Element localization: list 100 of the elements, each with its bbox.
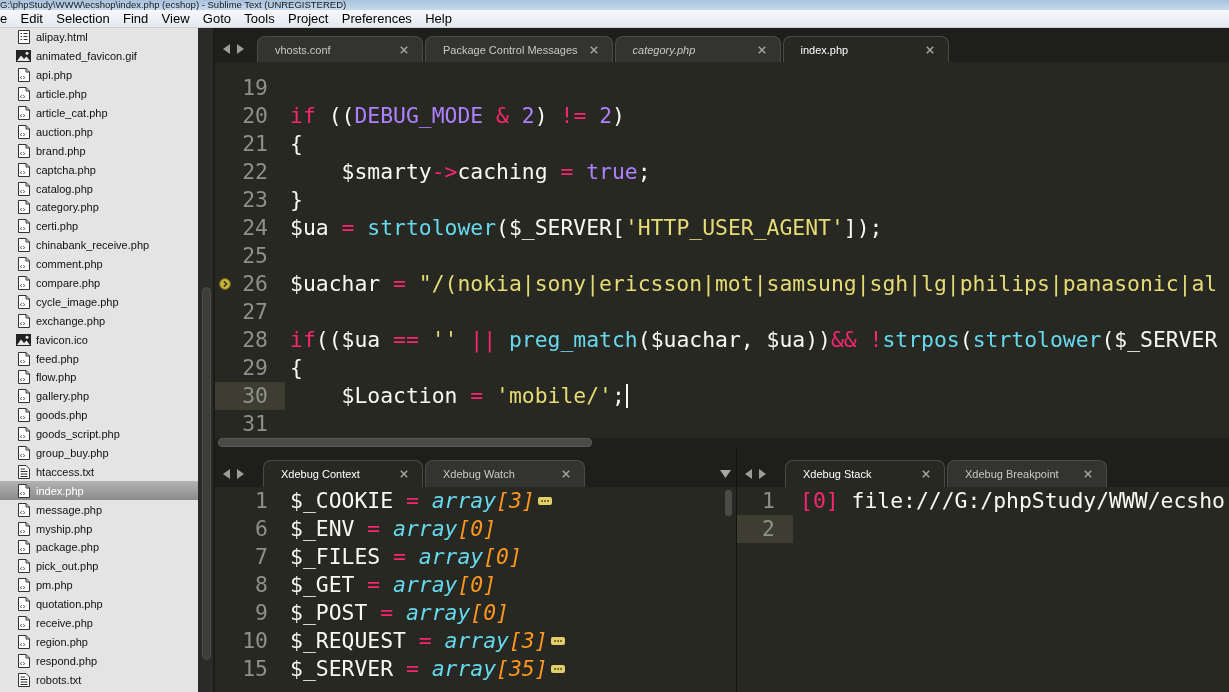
code-file-icon: [17, 124, 30, 139]
close-icon[interactable]: [757, 45, 766, 54]
file-item[interactable]: flow.php: [0, 368, 198, 387]
menu-item[interactable]: Find: [123, 10, 149, 27]
line-number: 23: [241, 186, 269, 214]
right-arrow-icon[interactable]: [237, 468, 244, 479]
tab[interactable]: Xdebug Stack: [785, 460, 945, 487]
menu-item[interactable]: Selection: [56, 10, 110, 27]
code-file-icon: [17, 370, 30, 385]
file-item[interactable]: myship.php: [0, 519, 198, 539]
file-item[interactable]: cycle_image.php: [0, 292, 198, 312]
file-item[interactable]: api.php: [0, 65, 198, 85]
file-item[interactable]: comment.php: [0, 254, 198, 274]
menu-item[interactable]: Edit: [20, 10, 43, 27]
file-item[interactable]: htaccess.txt: [0, 462, 198, 482]
left-arrow-icon[interactable]: [223, 44, 230, 54]
tab[interactable]: category.php: [614, 36, 781, 62]
menu-item[interactable]: View: [161, 10, 190, 27]
file-item[interactable]: favicon.ico: [0, 330, 198, 350]
scrollbar-thumb[interactable]: [202, 287, 211, 660]
code-file-icon: [17, 200, 30, 215]
menu-item[interactable]: Tools: [244, 10, 275, 27]
file-item[interactable]: goods.php: [0, 405, 198, 425]
code-file-icon: [17, 521, 30, 536]
file-item[interactable]: chinabank_receive.php: [0, 235, 198, 255]
code-line: if(($ua == '' || preg_match($uachar, $ua))&& !strpos(strtolower($_SERVER: [290, 326, 1218, 354]
tab[interactable]: Xdebug Watch: [425, 460, 585, 487]
file-item[interactable]: group_buy.php: [0, 443, 198, 463]
file-item[interactable]: article.php: [0, 84, 198, 104]
file-item[interactable]: category.php: [0, 198, 198, 217]
scrollbar-thumb[interactable]: [725, 490, 732, 516]
code-file-icon: [17, 597, 30, 612]
file-item[interactable]: quotation.php: [0, 594, 198, 614]
file-item[interactable]: receive.php: [0, 613, 198, 633]
fold-marker-icon[interactable]: [537, 497, 552, 505]
file-item[interactable]: alipay.html: [0, 28, 198, 47]
line-number: 20: [241, 102, 269, 130]
code-line: {: [290, 354, 303, 382]
code-file-icon: [17, 87, 30, 102]
close-icon[interactable]: [922, 470, 930, 478]
code-file-icon: [17, 276, 30, 290]
dropdown-arrow-icon[interactable]: [720, 469, 731, 478]
file-item[interactable]: compare.php: [0, 273, 198, 293]
file-item[interactable]: gallery.php: [0, 386, 198, 406]
close-icon[interactable]: [1084, 470, 1092, 478]
tab[interactable]: index.php: [782, 36, 949, 62]
file-item[interactable]: article_cat.php: [0, 103, 198, 123]
tab[interactable]: vhosts.conf: [257, 36, 423, 62]
close-icon[interactable]: [400, 45, 408, 54]
menu-item[interactable]: Help: [425, 10, 452, 27]
line-number: 1: [254, 487, 269, 515]
file-item[interactable]: animated_favicon.gif: [0, 46, 198, 66]
code-file-icon: [17, 408, 30, 423]
file-item[interactable]: pm.php: [0, 575, 198, 595]
menu-item[interactable]: Preferences: [341, 10, 412, 27]
menu-item[interactable]: Project: [288, 10, 329, 27]
tab[interactable]: Package Control Messages: [425, 36, 613, 62]
file-item[interactable]: robots.txt: [0, 670, 198, 690]
close-icon[interactable]: [562, 470, 570, 478]
code-file-icon: [17, 106, 30, 120]
fold-marker-icon[interactable]: [550, 665, 565, 673]
file-item[interactable]: feed.php: [0, 349, 198, 369]
code-file-icon: [17, 162, 30, 177]
line-number: 15: [241, 655, 269, 683]
file-item[interactable]: respond.php: [0, 651, 198, 671]
code-file-icon: [17, 181, 30, 196]
code-line: $ua = strtolower($_SERVER['HTTP_USER_AGENT']);: [290, 214, 883, 242]
file-item[interactable]: pick_out.php: [0, 556, 198, 576]
file-item[interactable]: package.php: [0, 538, 198, 557]
menu-item[interactable]: Goto: [202, 10, 232, 27]
tab[interactable]: Xdebug Breakpoint: [947, 460, 1107, 487]
file-item[interactable]: catalog.php: [0, 179, 198, 198]
code-line: $_POST = array[0]: [290, 599, 509, 627]
code-file-icon: [17, 634, 30, 649]
line-number: 8: [254, 571, 269, 599]
tab[interactable]: Xdebug Context: [263, 460, 423, 487]
file-item[interactable]: brand.php: [0, 141, 198, 161]
line-number: 22: [241, 158, 269, 186]
close-icon[interactable]: [925, 45, 934, 54]
right-arrow-icon[interactable]: [237, 44, 244, 54]
line-number: 30: [215, 382, 285, 410]
file-item[interactable]: exchange.php: [0, 311, 198, 331]
fold-marker-icon[interactable]: [550, 637, 565, 645]
code-file-icon: [17, 294, 30, 309]
file-item[interactable]: message.php: [0, 500, 198, 520]
close-icon[interactable]: [400, 470, 408, 478]
scrollbar-thumb[interactable]: [218, 438, 592, 447]
right-arrow-icon[interactable]: [759, 468, 766, 479]
code-file-icon: [17, 616, 30, 631]
close-icon[interactable]: [589, 45, 598, 54]
left-arrow-icon[interactable]: [223, 468, 230, 479]
menu-item[interactable]: e: [0, 10, 8, 27]
file-item[interactable]: region.php: [0, 632, 198, 652]
file-item[interactable]: captcha.php: [0, 160, 198, 180]
code-line: $Loaction = 'mobile/';: [340, 382, 625, 410]
left-arrow-icon[interactable]: [745, 468, 752, 479]
file-item[interactable]: auction.php: [0, 122, 198, 142]
file-item[interactable]: certi.php: [0, 216, 198, 236]
file-item[interactable]: goods_script.php: [0, 424, 198, 444]
line-number: 29: [241, 354, 269, 382]
